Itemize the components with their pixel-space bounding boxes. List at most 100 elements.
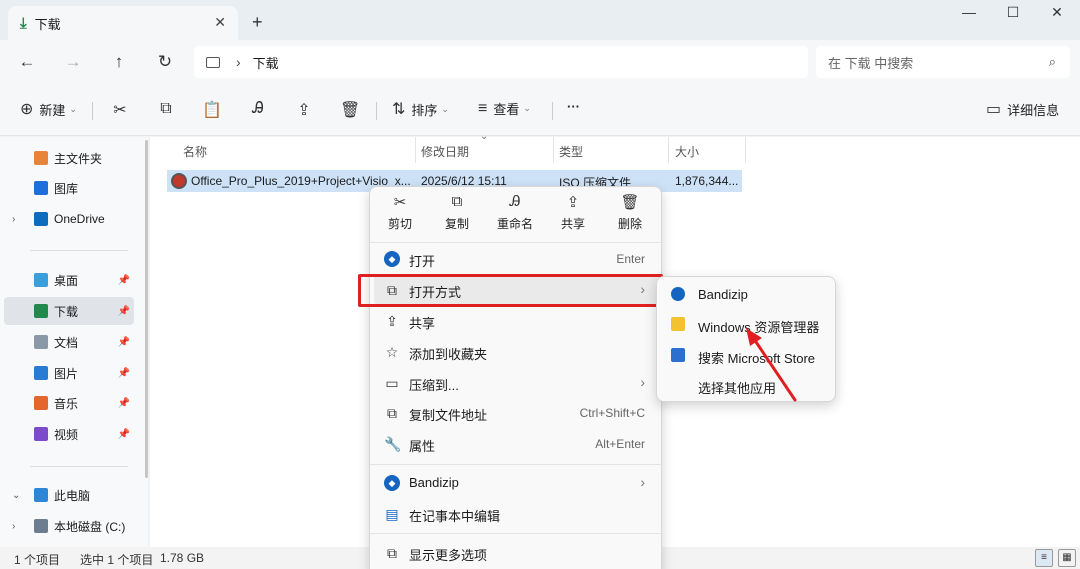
sub-bandizip-label: Bandizip xyxy=(698,287,748,302)
iso-file-icon xyxy=(171,173,187,189)
selected-count: 选中 1 个项目 xyxy=(80,553,154,567)
annotation-arrow xyxy=(746,328,797,402)
ctx-compress[interactable]: ▭ 压缩到... › xyxy=(374,368,659,398)
up-button[interactable]: ↑ xyxy=(108,52,130,72)
ctx-cut-button[interactable]: ✂ 剪切 xyxy=(375,193,425,232)
ctx-more-options[interactable]: ⧉ 显示更多选项 xyxy=(374,538,659,568)
sidebar-item-label: 主文件夹 xyxy=(54,151,103,166)
tiles-view-icon[interactable]: ▦ xyxy=(1058,549,1076,567)
title-bar: ⤓ 下载 ✕ + — ☐ ✕ xyxy=(0,0,1080,40)
ctx-bandizip[interactable]: ◆ Bandizip › xyxy=(374,468,659,498)
details-button[interactable]: ▭ 详细信息 xyxy=(986,99,1059,119)
download-icon: ⤓ xyxy=(20,14,27,32)
ctx-rename-button[interactable]: Ꭿ 重命名 xyxy=(490,193,540,232)
ctx-copy-path[interactable]: ⧉ 复制文件地址 Ctrl+Shift+C xyxy=(374,398,659,428)
delete-icon[interactable]: 🗑 xyxy=(340,100,360,120)
new-tab-button[interactable]: + xyxy=(252,12,263,33)
divider xyxy=(376,102,377,120)
ctx-copy-button[interactable]: ⧉ 复制 xyxy=(432,193,482,232)
sort-button[interactable]: ⇅ 排序 ⌄ xyxy=(392,99,449,119)
details-view-icon[interactable]: ≡ xyxy=(1035,549,1053,567)
sub-bandizip[interactable]: Bandizip xyxy=(661,279,833,309)
sidebar-item-gallery[interactable]: 图库 xyxy=(4,174,134,202)
ctx-share-button[interactable]: ⇪ 共享 xyxy=(548,193,598,232)
sidebar-item-music[interactable]: 音乐 📌 xyxy=(4,389,134,417)
sidebar-item-this-pc[interactable]: 此电脑 ⌄ xyxy=(4,481,134,509)
maximize-button[interactable]: ☐ xyxy=(998,4,1028,21)
chevron-down-icon[interactable]: ⌄ xyxy=(12,490,20,501)
share-icon: ⇪ xyxy=(566,194,580,211)
chevron-right-icon: › xyxy=(236,54,241,70)
ctx-properties[interactable]: 🔧 属性 Alt+Enter xyxy=(374,429,659,459)
new-button[interactable]: ⊕ 新建 ⌄ xyxy=(20,99,77,119)
wrench-icon: 🔧 xyxy=(384,436,402,452)
ctx-open[interactable]: ◆ 打开 Enter xyxy=(374,244,659,274)
divider xyxy=(370,464,663,465)
forward-button[interactable]: → xyxy=(62,52,84,72)
pin-icon: 📌 xyxy=(117,428,130,440)
column-divider[interactable] xyxy=(553,137,554,163)
view-button[interactable]: ≡ 查看 ⌄ xyxy=(478,99,531,118)
view-icon: ≡ xyxy=(478,99,488,117)
sidebar-scrollbar[interactable] xyxy=(145,140,148,478)
tab-close-icon[interactable]: ✕ xyxy=(214,14,226,31)
home-icon xyxy=(34,151,48,165)
ctx-share[interactable]: ⇪ 共享 xyxy=(374,306,659,336)
delete-icon: 🗑 xyxy=(620,194,640,211)
ctx-add-favorite[interactable]: ☆ 添加到收藏夹 xyxy=(374,337,659,367)
chevron-down-icon: ⌄ xyxy=(523,103,531,113)
cut-icon[interactable]: ✂ xyxy=(110,100,130,120)
sidebar-item-documents[interactable]: 文档 📌 xyxy=(4,328,134,356)
sidebar-item-onedrive[interactable]: OneDrive › xyxy=(4,205,134,233)
tab-downloads[interactable]: ⤓ 下载 ✕ xyxy=(8,6,238,40)
sidebar-item-videos[interactable]: 视频 📌 xyxy=(4,420,134,448)
sidebar-item-label: 图片 xyxy=(54,366,79,381)
paste-icon[interactable]: 📋 xyxy=(202,100,222,120)
column-header-type[interactable]: 类型 xyxy=(559,143,583,160)
pin-icon: 📌 xyxy=(117,274,130,286)
bandizip-icon xyxy=(671,287,685,301)
details-pane-icon: ▭ xyxy=(986,101,1002,118)
copy-icon[interactable]: ⧉ xyxy=(156,100,176,118)
chevron-right-icon[interactable]: › xyxy=(12,214,15,225)
close-window-button[interactable]: ✕ xyxy=(1042,4,1072,21)
selected-size: 1.78 GB xyxy=(160,551,205,565)
more-button[interactable]: ··· xyxy=(567,99,580,114)
column-divider[interactable] xyxy=(745,137,746,163)
pin-icon: 📌 xyxy=(117,305,130,317)
address-bar[interactable]: › 下载 xyxy=(194,46,808,78)
breadcrumb[interactable]: 下载 xyxy=(253,53,279,72)
column-divider[interactable] xyxy=(668,137,669,163)
ctx-notepad[interactable]: ▤ 在记事本中编辑 xyxy=(374,499,659,529)
sidebar-item-desktop[interactable]: 桌面 📌 xyxy=(4,266,134,294)
sidebar-item-label: 图库 xyxy=(54,181,79,196)
sidebar-item-label: 文档 xyxy=(54,335,79,350)
share-icon[interactable]: ⇪ xyxy=(294,100,314,120)
ctx-delete-label: 删除 xyxy=(617,217,642,231)
sidebar-item-home[interactable]: 主文件夹 xyxy=(4,144,134,172)
sort-label: 排序 xyxy=(411,102,438,118)
sidebar-item-label: 此电脑 xyxy=(54,488,91,503)
ctx-add-favorite-label: 添加到收藏夹 xyxy=(409,347,488,362)
sidebar-item-downloads[interactable]: 下载 📌 xyxy=(4,297,134,325)
sidebar-item-local-disk-c[interactable]: 本地磁盘 (C:) › xyxy=(4,512,134,540)
column-header-name[interactable]: 名称 xyxy=(183,143,207,160)
ctx-cut-label: 剪切 xyxy=(387,217,412,231)
search-input[interactable]: 在 下载 中搜索 ⌕ xyxy=(816,46,1070,78)
refresh-button[interactable]: ↻ xyxy=(154,52,176,72)
ctx-delete-button[interactable]: 🗑 删除 xyxy=(605,193,655,232)
command-bar: ⊕ 新建 ⌄ ✂ ⧉ 📋 Ꭿ ⇪ 🗑 ⇅ 排序 ⌄ ≡ 查看 ⌄ ··· ▭ 详… xyxy=(0,84,1080,136)
rename-icon[interactable]: Ꭿ xyxy=(248,100,268,118)
sidebar-item-label: 本地磁盘 (C:) xyxy=(54,519,126,534)
navigation-bar: ← → ↑ ↻ › 下载 在 下载 中搜索 ⌕ xyxy=(0,40,1080,84)
back-button[interactable]: ← xyxy=(16,52,38,72)
minimize-button[interactable]: — xyxy=(954,4,984,20)
chevron-right-icon[interactable]: › xyxy=(12,521,15,532)
this-pc-icon xyxy=(34,488,48,502)
desktop-icon xyxy=(34,273,48,287)
column-divider[interactable] xyxy=(415,137,416,163)
column-header-size[interactable]: 大小 xyxy=(675,143,699,160)
sidebar-item-pictures[interactable]: 图片 📌 xyxy=(4,359,134,387)
column-header-date[interactable]: 修改日期 xyxy=(421,143,469,160)
ctx-open-label: 打开 xyxy=(409,254,436,269)
